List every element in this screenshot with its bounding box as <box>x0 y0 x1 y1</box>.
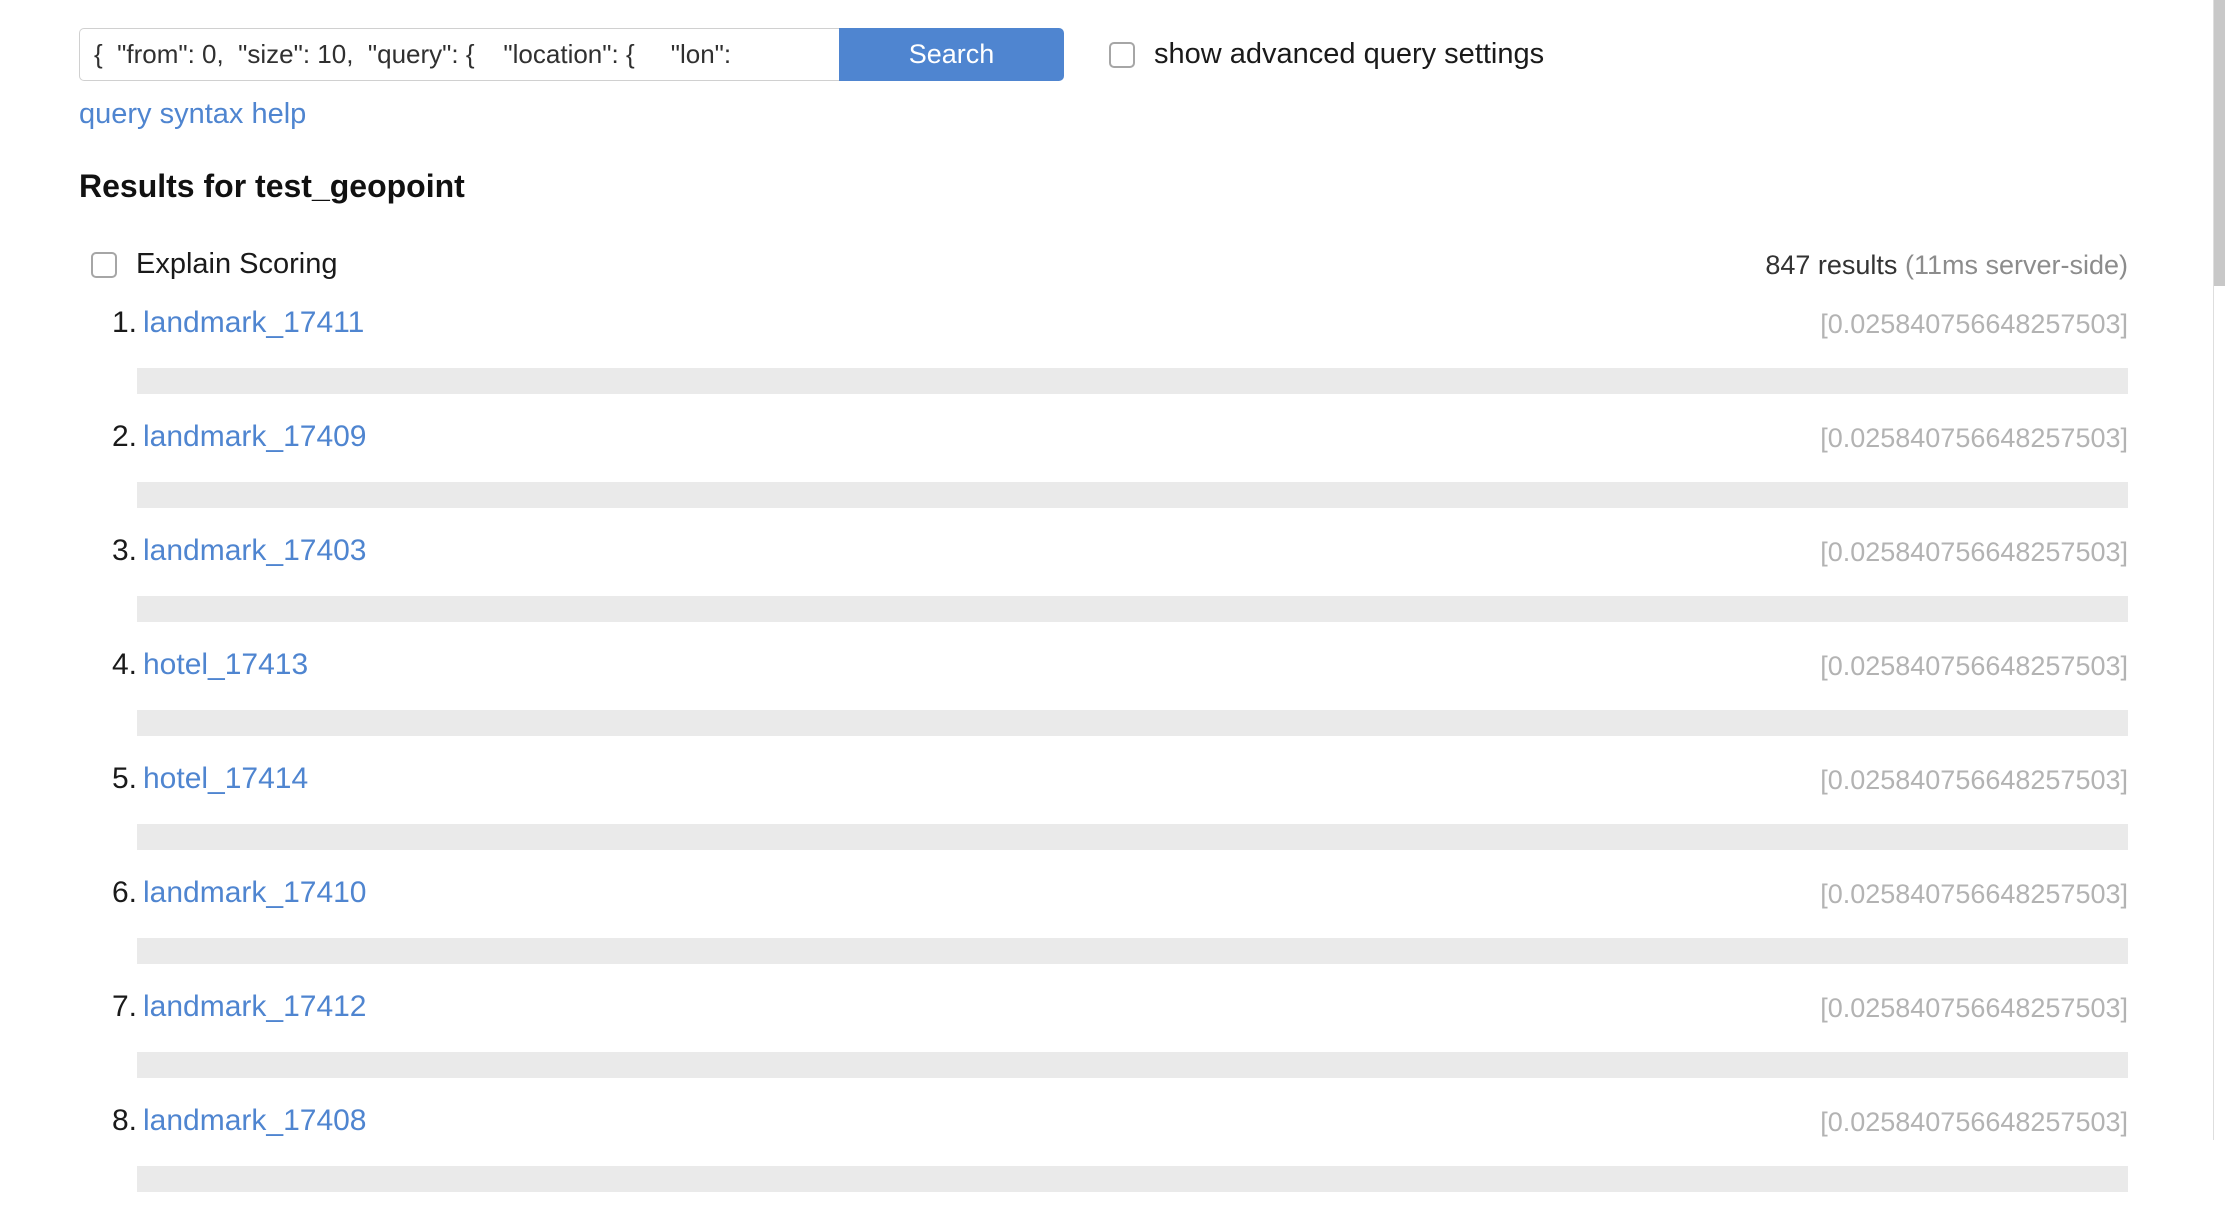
result-header: 2. landmark_17409 [0.025840756648257503] <box>0 420 2226 466</box>
result-rank: 7. <box>111 990 137 1023</box>
result-snippet-bar <box>137 710 2128 736</box>
result-link[interactable]: landmark_17409 <box>143 420 367 454</box>
result-link[interactable]: landmark_17412 <box>143 990 367 1024</box>
explain-scoring-toggle[interactable]: Explain Scoring <box>91 248 338 281</box>
result-rank: 1. <box>111 306 137 339</box>
search-button[interactable]: Search <box>839 28 1064 81</box>
result-count: 847 results <box>1765 250 1898 280</box>
result-item: 7. landmark_17412 [0.025840756648257503] <box>0 990 2226 1104</box>
result-header: 4. hotel_17413 [0.025840756648257503] <box>0 648 2226 694</box>
explain-scoring-label: Explain Scoring <box>136 248 338 280</box>
result-snippet-bar <box>137 1166 2128 1192</box>
result-link[interactable]: landmark_17408 <box>143 1104 367 1138</box>
advanced-settings-toggle[interactable]: show advanced query settings <box>1109 38 1544 71</box>
result-snippet-bar <box>137 824 2128 850</box>
result-item: 3. landmark_17403 [0.025840756648257503] <box>0 534 2226 648</box>
result-score: [0.025840756648257503] <box>1820 765 2128 795</box>
result-snippet-bar <box>137 938 2128 964</box>
result-snippet-bar <box>137 596 2128 622</box>
result-snippet-bar <box>137 482 2128 508</box>
search-input[interactable] <box>79 28 839 81</box>
result-header: 8. landmark_17408 [0.025840756648257503] <box>0 1104 2226 1150</box>
result-item: 1. landmark_17411 [0.025840756648257503] <box>0 306 2226 420</box>
result-rank: 6. <box>111 876 137 909</box>
result-link[interactable]: hotel_17413 <box>143 648 308 682</box>
result-score: [0.025840756648257503] <box>1820 423 2128 453</box>
result-snippet-bar <box>137 1052 2128 1078</box>
result-count-summary: 847 results (11ms server-side) <box>1765 250 2128 281</box>
explain-scoring-checkbox[interactable] <box>91 251 117 278</box>
result-item: 5. hotel_17414 [0.025840756648257503] <box>0 762 2226 876</box>
result-score: [0.025840756648257503] <box>1820 993 2128 1023</box>
advanced-settings-label: show advanced query settings <box>1154 38 1545 70</box>
result-score: [0.025840756648257503] <box>1820 651 2128 681</box>
result-score: [0.025840756648257503] <box>1820 1107 2128 1137</box>
result-score: [0.025840756648257503] <box>1820 309 2128 339</box>
result-rank: 5. <box>111 762 137 795</box>
search-bar: Search show advanced query settings <box>79 28 1544 81</box>
advanced-settings-checkbox[interactable] <box>1109 41 1135 68</box>
page-title: Results for test_geopoint <box>79 168 465 204</box>
result-snippet-bar <box>137 368 2128 394</box>
result-timing: (11ms server-side) <box>1904 250 2128 280</box>
result-item: 8. landmark_17408 [0.025840756648257503] <box>0 1104 2226 1218</box>
result-header: 3. landmark_17403 [0.025840756648257503] <box>0 534 2226 580</box>
result-link[interactable]: landmark_17410 <box>143 876 367 910</box>
result-rank: 3. <box>111 534 137 567</box>
result-rank: 2. <box>111 420 137 453</box>
result-item: 4. hotel_17413 [0.025840756648257503] <box>0 648 2226 762</box>
query-syntax-help-link[interactable]: query syntax help <box>79 98 306 131</box>
vertical-scrollbar[interactable] <box>2213 0 2226 1140</box>
result-score: [0.025840756648257503] <box>1820 537 2128 567</box>
result-header: 5. hotel_17414 [0.025840756648257503] <box>0 762 2226 808</box>
results-list: 1. landmark_17411 [0.025840756648257503] 2.… <box>0 306 2226 1218</box>
result-header: 7. landmark_17412 [0.025840756648257503] <box>0 990 2226 1036</box>
result-link[interactable]: landmark_17411 <box>143 306 364 340</box>
result-item: 6. landmark_17410 [0.025840756648257503] <box>0 876 2226 990</box>
result-item: 2. landmark_17409 [0.025840756648257503] <box>0 420 2226 534</box>
result-score: [0.025840756648257503] <box>1820 879 2128 909</box>
result-link[interactable]: hotel_17414 <box>143 762 308 796</box>
result-header: 1. landmark_17411 [0.025840756648257503] <box>0 306 2226 352</box>
result-header: 6. landmark_17410 [0.025840756648257503] <box>0 876 2226 922</box>
result-rank: 8. <box>111 1104 137 1137</box>
result-rank: 4. <box>111 648 137 681</box>
scrollbar-thumb[interactable] <box>2214 0 2225 286</box>
result-link[interactable]: landmark_17403 <box>143 534 367 568</box>
